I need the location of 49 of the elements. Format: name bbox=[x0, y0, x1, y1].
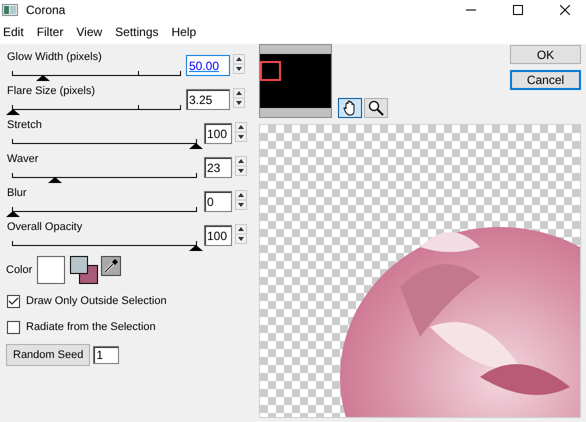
number-field[interactable]: 50.00 bbox=[186, 55, 230, 76]
menu-item[interactable]: Help bbox=[172, 25, 196, 39]
search-icon bbox=[368, 100, 384, 116]
checkbox-label: Draw Only Outside Selection bbox=[26, 295, 167, 307]
spinner-arrows-icon[interactable] bbox=[235, 190, 247, 210]
number-field[interactable]: 100 bbox=[204, 225, 232, 246]
maximize-icon[interactable] bbox=[513, 5, 523, 15]
slider-thumb[interactable] bbox=[36, 75, 50, 81]
spinner-arrows-icon[interactable] bbox=[233, 54, 245, 74]
slider-label: Flare Size (pixels) bbox=[7, 84, 96, 98]
close-icon[interactable] bbox=[560, 5, 570, 15]
number-field[interactable]: 23 bbox=[204, 157, 232, 178]
hand-tool-button[interactable] bbox=[338, 98, 362, 118]
random-seed-button[interactable]: Random Seed bbox=[6, 344, 90, 366]
checkbox[interactable] bbox=[7, 320, 20, 334]
menu-item[interactable]: Settings bbox=[115, 25, 159, 39]
spinner-arrows-icon[interactable] bbox=[233, 88, 245, 108]
view-rectangle[interactable] bbox=[260, 61, 281, 81]
preview-thumbnail[interactable] bbox=[259, 44, 332, 118]
seed-field[interactable]: 1 bbox=[93, 346, 120, 364]
spinner-arrows-icon[interactable] bbox=[235, 156, 247, 176]
color-label: Color bbox=[6, 264, 32, 276]
checkbox[interactable] bbox=[7, 294, 20, 308]
spinner-arrows-icon[interactable] bbox=[235, 122, 247, 142]
number-field[interactable]: 3.25 bbox=[186, 89, 230, 110]
zoom-tool-button[interactable] bbox=[364, 98, 388, 118]
app-icon bbox=[2, 4, 18, 16]
slider-thumb[interactable] bbox=[6, 211, 20, 217]
slider-label: Glow Width (pixels) bbox=[7, 50, 103, 64]
hand-icon bbox=[343, 100, 357, 116]
color-swatch[interactable] bbox=[37, 256, 66, 284]
menu-item[interactable]: Edit bbox=[3, 25, 24, 39]
checkbox-label: Radiate from the Selection bbox=[26, 321, 156, 333]
eyedropper-icon[interactable] bbox=[101, 256, 122, 276]
slider-label: Overall Opacity bbox=[7, 220, 84, 234]
slider-label: Waver bbox=[7, 152, 40, 166]
slider-thumb[interactable] bbox=[48, 177, 62, 183]
window-title: Corona bbox=[26, 3, 66, 17]
slider-label: Blur bbox=[7, 186, 28, 200]
slider-thumb[interactable] bbox=[6, 109, 20, 115]
number-field[interactable]: 100 bbox=[204, 123, 232, 144]
slider-label: Stretch bbox=[7, 118, 43, 132]
menu-item[interactable]: View bbox=[76, 25, 102, 39]
spinner-arrows-icon[interactable] bbox=[235, 224, 247, 244]
foreground-color-swatch[interactable] bbox=[70, 256, 88, 274]
dialog-button[interactable]: OK bbox=[510, 45, 581, 64]
dialog-button[interactable]: Cancel bbox=[510, 70, 581, 90]
number-field[interactable]: 0 bbox=[204, 191, 232, 212]
menu-item[interactable]: Filter bbox=[36, 25, 64, 39]
